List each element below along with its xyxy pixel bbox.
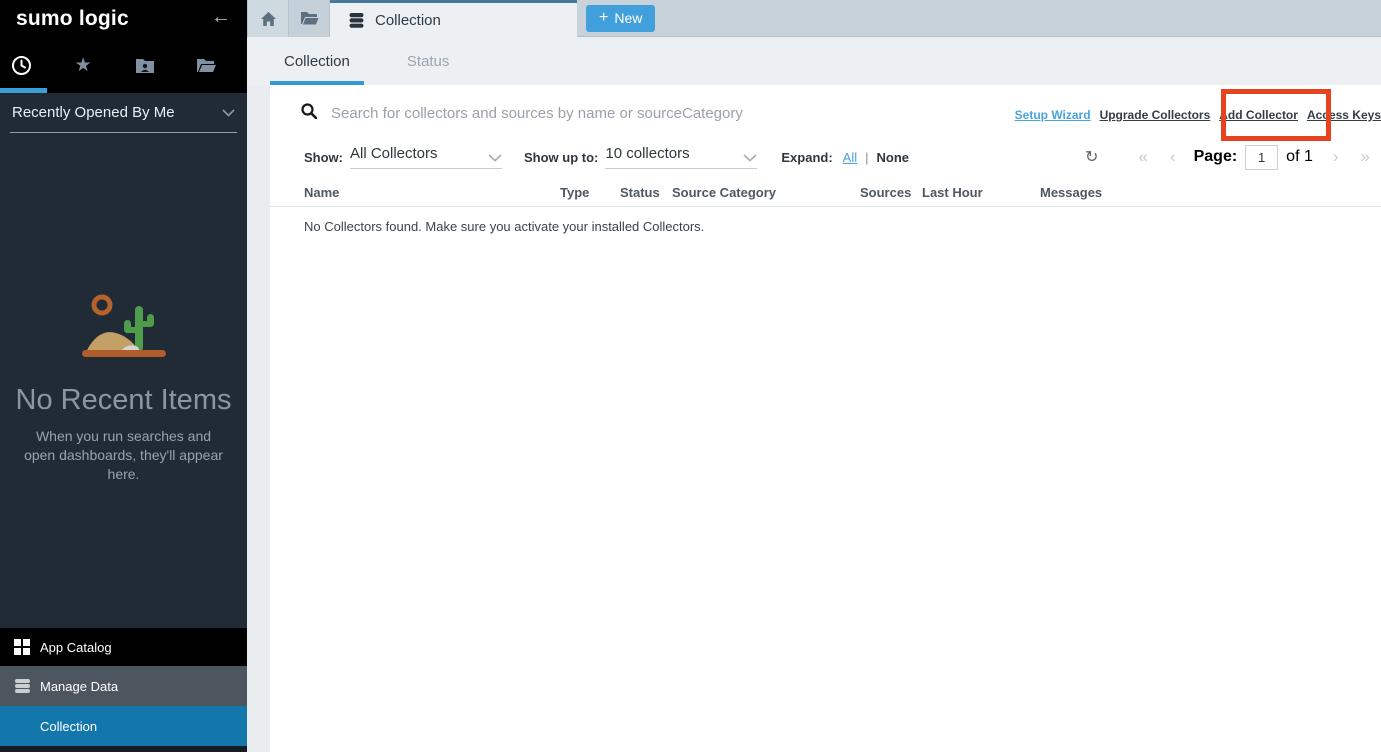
refresh-icon[interactable]: ↻ <box>1085 147 1098 167</box>
column-header-last-hour[interactable]: Last Hour <box>922 185 983 200</box>
access-keys-link[interactable]: Access Keys <box>1307 108 1381 122</box>
show-dropdown[interactable]: All Collectors <box>350 145 502 169</box>
recently-opened-label: Recently Opened By Me <box>12 104 175 121</box>
sidebar-icon-nav: ★ <box>0 37 247 93</box>
page-tabs: Collection Status <box>247 37 1381 85</box>
folder-open-icon <box>196 57 217 74</box>
page-of-label: of 1 <box>1286 148 1313 166</box>
setup-wizard-link[interactable]: Setup Wizard <box>1015 108 1091 122</box>
column-header-sources[interactable]: Sources <box>860 185 911 200</box>
manage-data-label: Manage Data <box>40 679 118 694</box>
column-header-status[interactable]: Status <box>620 185 660 200</box>
open-tab-label: Collection <box>375 12 441 29</box>
chevron-down-icon <box>743 154 757 162</box>
no-recent-items-title: No Recent Items <box>0 384 247 417</box>
folder-person-icon <box>135 57 155 74</box>
upgrade-collectors-link[interactable]: Upgrade Collectors <box>1100 108 1211 122</box>
tab-status-label: Status <box>407 53 450 70</box>
desert-illustration <box>72 288 176 360</box>
new-button-label: New <box>614 10 642 26</box>
sidebar-tab-shared[interactable] <box>124 37 167 93</box>
search-row: Setup Wizard Upgrade Collectors Add Coll… <box>270 99 1381 129</box>
column-header-messages[interactable]: Messages <box>1040 185 1102 200</box>
clock-icon <box>11 55 32 76</box>
page-number-input[interactable] <box>1245 145 1278 170</box>
library-button[interactable] <box>289 0 330 37</box>
separator: | <box>865 150 868 165</box>
expand-label: Expand: <box>781 150 832 165</box>
show-up-to-label: Show up to: <box>524 150 598 165</box>
active-tab-indicator <box>0 88 47 93</box>
sidebar-tab-recent[interactable] <box>0 37 43 93</box>
sidebar-bottom-menu: App Catalog Manage Data Collection <box>0 628 247 752</box>
show-label: Show: <box>304 150 343 165</box>
collectors-table-header: Name Type Status Source Category Sources… <box>270 183 1381 207</box>
sidebar-item-app-catalog[interactable]: App Catalog <box>0 628 247 666</box>
show-up-to-dropdown-value: 10 collectors <box>605 145 689 162</box>
tab-collection[interactable]: Collection <box>270 37 364 85</box>
app-grid-icon <box>14 639 36 655</box>
show-up-to-dropdown[interactable]: 10 collectors <box>605 145 757 169</box>
main-area: Collection + New Collection Status Setup… <box>247 0 1381 752</box>
tab-status[interactable]: Status <box>393 37 464 85</box>
tab-collection-label: Collection <box>284 53 350 70</box>
database-icon <box>14 678 36 694</box>
sidebar-footer-strip <box>0 746 247 752</box>
sidebar-header: sumo logic ← <box>0 0 247 37</box>
collection-panel: Setup Wizard Upgrade Collectors Add Coll… <box>270 85 1381 752</box>
sidebar-tab-library[interactable] <box>185 37 228 93</box>
recently-opened-dropdown[interactable]: Recently Opened By Me <box>10 104 237 133</box>
pagination: ↻ « ‹ Page: of 1 › » <box>1085 141 1370 173</box>
expand-none-link[interactable]: None <box>877 150 910 165</box>
no-recent-items-description: When you run searches and open dashboard… <box>19 427 229 484</box>
sidebar: sumo logic ← ★ Recen <box>0 0 247 752</box>
collapse-sidebar-icon[interactable]: ← <box>211 6 231 29</box>
last-page-icon[interactable]: » <box>1361 147 1370 167</box>
column-header-type[interactable]: Type <box>560 185 589 200</box>
database-icon <box>348 12 365 29</box>
show-dropdown-value: All Collectors <box>350 145 438 162</box>
sidebar-tab-favorites[interactable]: ★ <box>62 37 105 93</box>
chevron-down-icon <box>488 154 502 162</box>
page-label: Page: <box>1194 148 1238 166</box>
home-icon <box>260 11 277 27</box>
sumo-logic-logo: sumo logic <box>16 7 129 31</box>
plus-icon: + <box>599 9 608 27</box>
next-page-icon[interactable]: › <box>1333 147 1339 167</box>
expand-all-link[interactable]: All <box>843 150 857 165</box>
top-tab-bar: Collection + New <box>247 0 1381 37</box>
column-header-name[interactable]: Name <box>304 185 339 200</box>
star-icon: ★ <box>75 56 92 75</box>
first-page-icon[interactable]: « <box>1138 147 1147 167</box>
chevron-down-icon <box>222 109 235 117</box>
empty-collectors-message: No Collectors found. Make sure you activ… <box>304 219 704 234</box>
add-collector-link[interactable]: Add Collector <box>1219 108 1298 122</box>
collection-label: Collection <box>40 719 97 734</box>
app-catalog-label: App Catalog <box>40 640 112 655</box>
sidebar-item-collection[interactable]: Collection <box>0 706 247 746</box>
sidebar-item-manage-data[interactable]: Manage Data <box>0 666 247 706</box>
search-input[interactable] <box>331 99 951 127</box>
open-tab-collection[interactable]: Collection <box>330 0 577 38</box>
home-button[interactable] <box>247 0 289 37</box>
column-header-source-category[interactable]: Source Category <box>672 185 776 200</box>
folder-open-icon <box>300 11 319 26</box>
new-button[interactable]: + New <box>586 5 655 32</box>
search-icon <box>301 103 317 119</box>
prev-page-icon[interactable]: ‹ <box>1170 147 1176 167</box>
sidebar-empty-state: No Recent Items When you run searches an… <box>0 288 247 484</box>
collector-links: Setup Wizard Upgrade Collectors Add Coll… <box>1015 108 1381 122</box>
